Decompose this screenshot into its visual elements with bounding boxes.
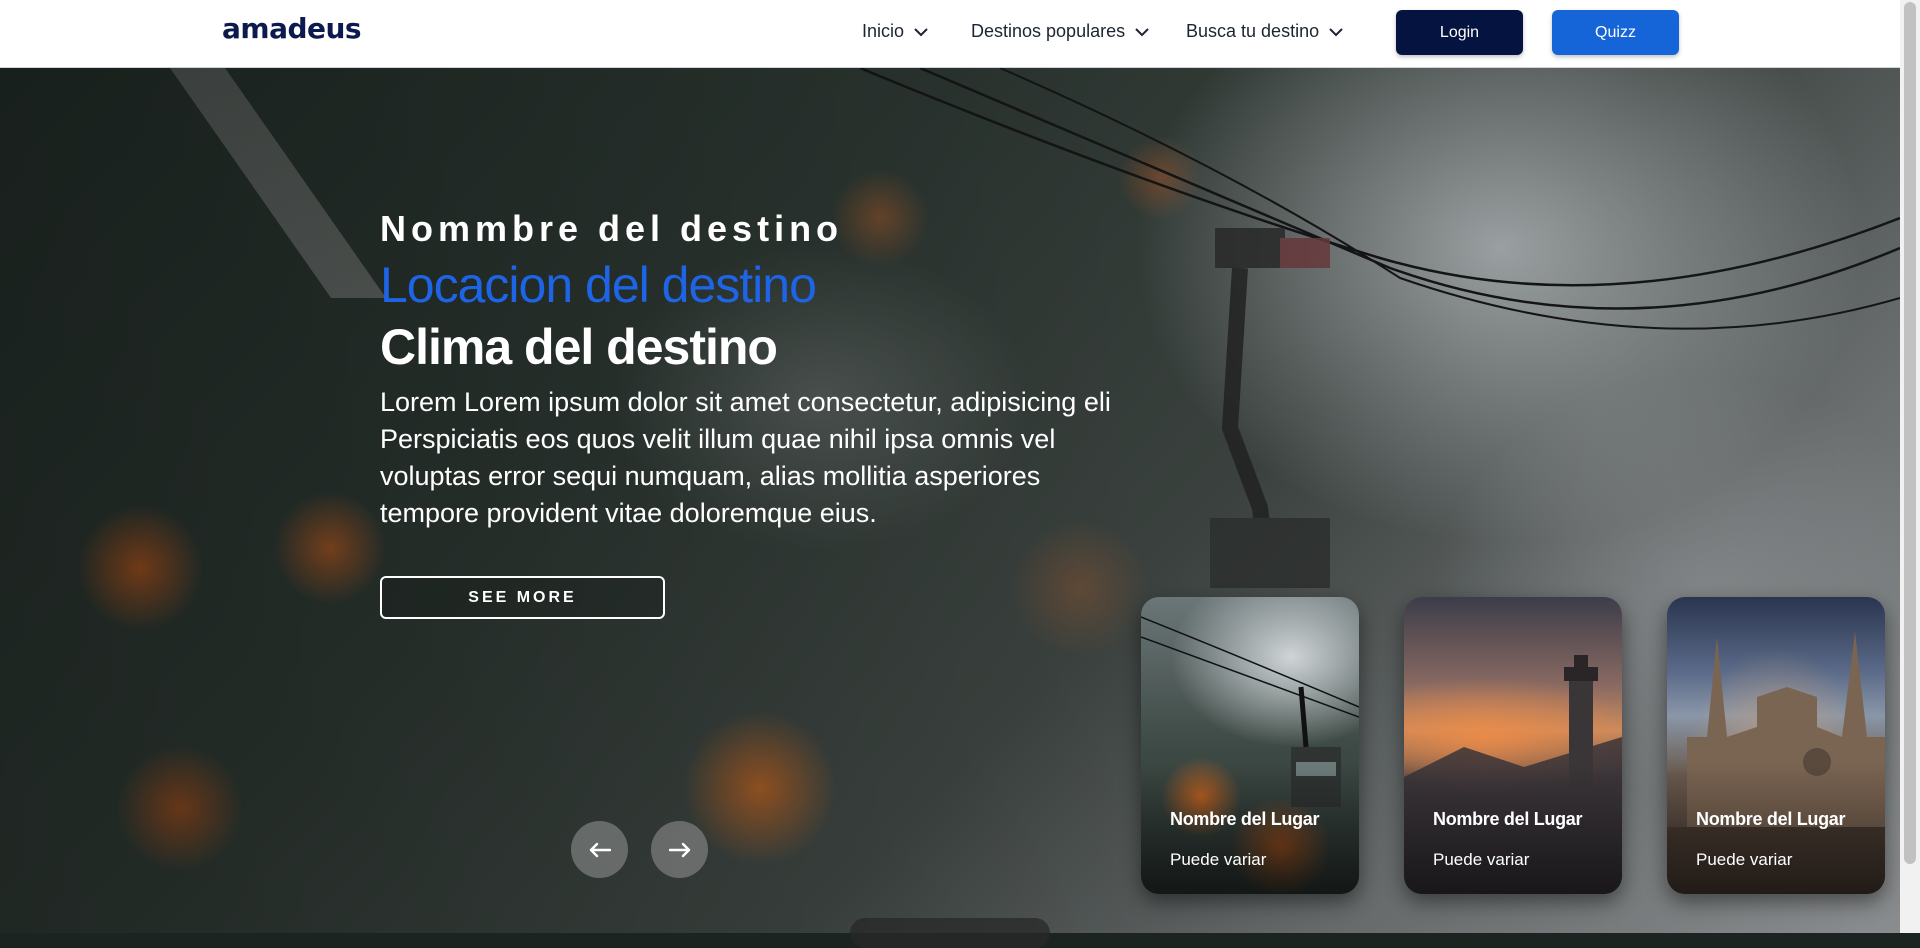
arrow-left-icon [589, 842, 611, 857]
nav-item-label: Busca tu destino [1186, 21, 1320, 41]
nav-item-label: Destinos populares [971, 21, 1126, 41]
bottom-widget-partial[interactable] [850, 918, 1050, 948]
card-title: Nombre del Lugar [1433, 809, 1583, 829]
scrollbar-thumb[interactable] [1904, 2, 1916, 864]
quizz-button[interactable]: Quizz [1552, 10, 1679, 55]
page-scrollbar[interactable] [1900, 0, 1920, 933]
card-subtitle: Puede variar [1696, 850, 1793, 869]
nav-item-inicio[interactable]: Inicio [862, 21, 928, 42]
arrow-right-icon [668, 842, 690, 857]
destination-card[interactable]: Nombre del Lugar Puede variar [1667, 597, 1885, 894]
destination-card[interactable]: Nombre del Lugar Puede variar [1141, 597, 1359, 894]
destination-card[interactable]: Nombre del Lugar Puede variar [1404, 597, 1622, 894]
top-navbar: amadeus Inicio Destinos populares Busca … [0, 0, 1900, 68]
card-title: Nombre del Lugar [1696, 809, 1846, 829]
amadeus-logo[interactable]: amadeus [222, 12, 362, 45]
nav-item-busca-tu-destino[interactable]: Busca tu destino [1186, 21, 1343, 42]
nav-item-destinos-populares[interactable]: Destinos populares [971, 21, 1149, 42]
chevron-down-icon [1135, 27, 1149, 36]
destination-location: Locacion del destino [380, 257, 817, 313]
nav-item-label: Inicio [862, 21, 905, 41]
chevron-down-icon [914, 27, 928, 36]
destination-weather: Clima del destino [380, 319, 778, 375]
previous-slide-button[interactable] [571, 821, 628, 878]
see-more-button[interactable]: SEE MORE [380, 576, 665, 619]
login-button[interactable]: Login [1396, 10, 1523, 55]
card-title: Nombre del Lugar [1170, 809, 1320, 829]
card-subtitle: Puede variar [1433, 850, 1530, 869]
hero-content: Nommbre del destino Locacion del destino… [380, 208, 1140, 532]
next-slide-button[interactable] [651, 821, 708, 878]
destination-name: Nommbre del destino [380, 208, 844, 249]
destination-description: Lorem Lorem ipsum dolor sit amet consect… [380, 387, 1111, 528]
chevron-down-icon [1329, 27, 1343, 36]
card-subtitle: Puede variar [1170, 850, 1267, 869]
